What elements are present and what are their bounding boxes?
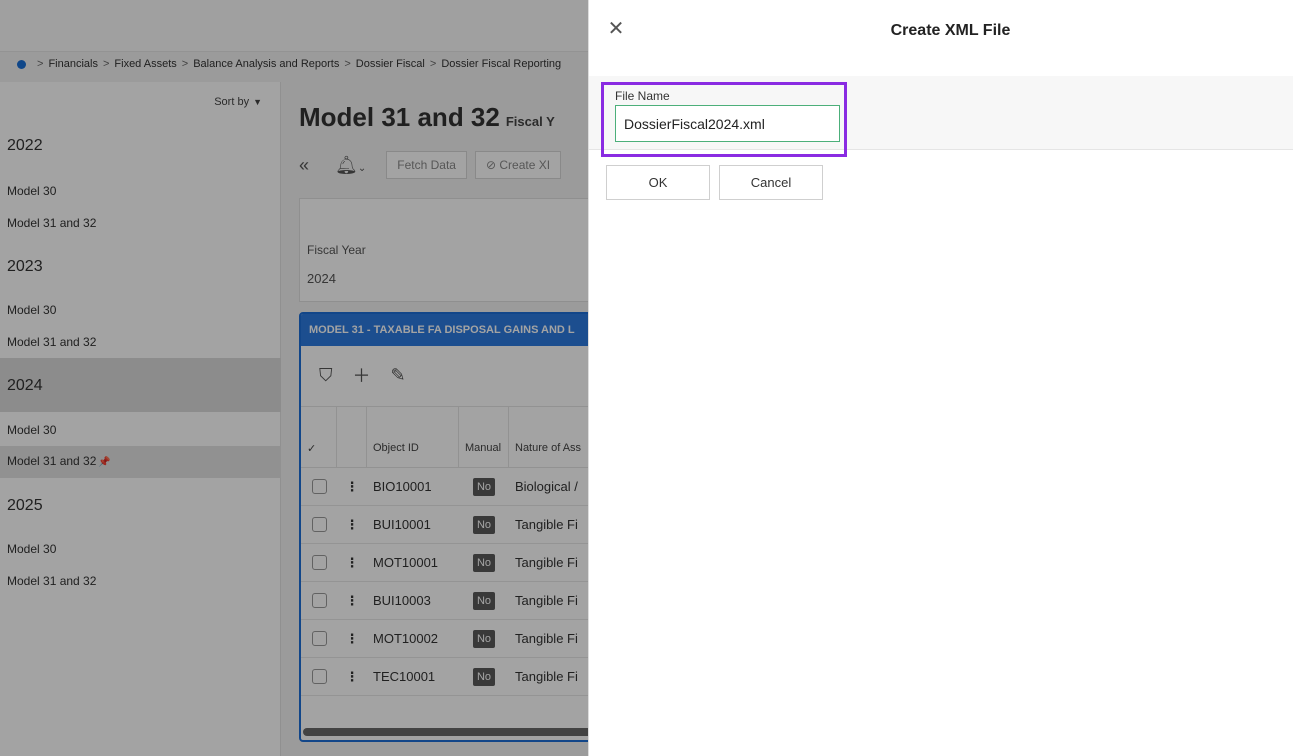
modal-overlay[interactable] [0,0,588,756]
create-xml-dialog: ✕ Create XML File File Name OK Cancel [588,0,1293,756]
file-name-label: File Name [615,89,670,103]
dialog-title: Create XML File [890,22,1011,39]
ok-button[interactable]: OK [606,165,710,200]
cancel-button[interactable]: Cancel [719,165,823,200]
file-name-input[interactable] [615,105,840,142]
